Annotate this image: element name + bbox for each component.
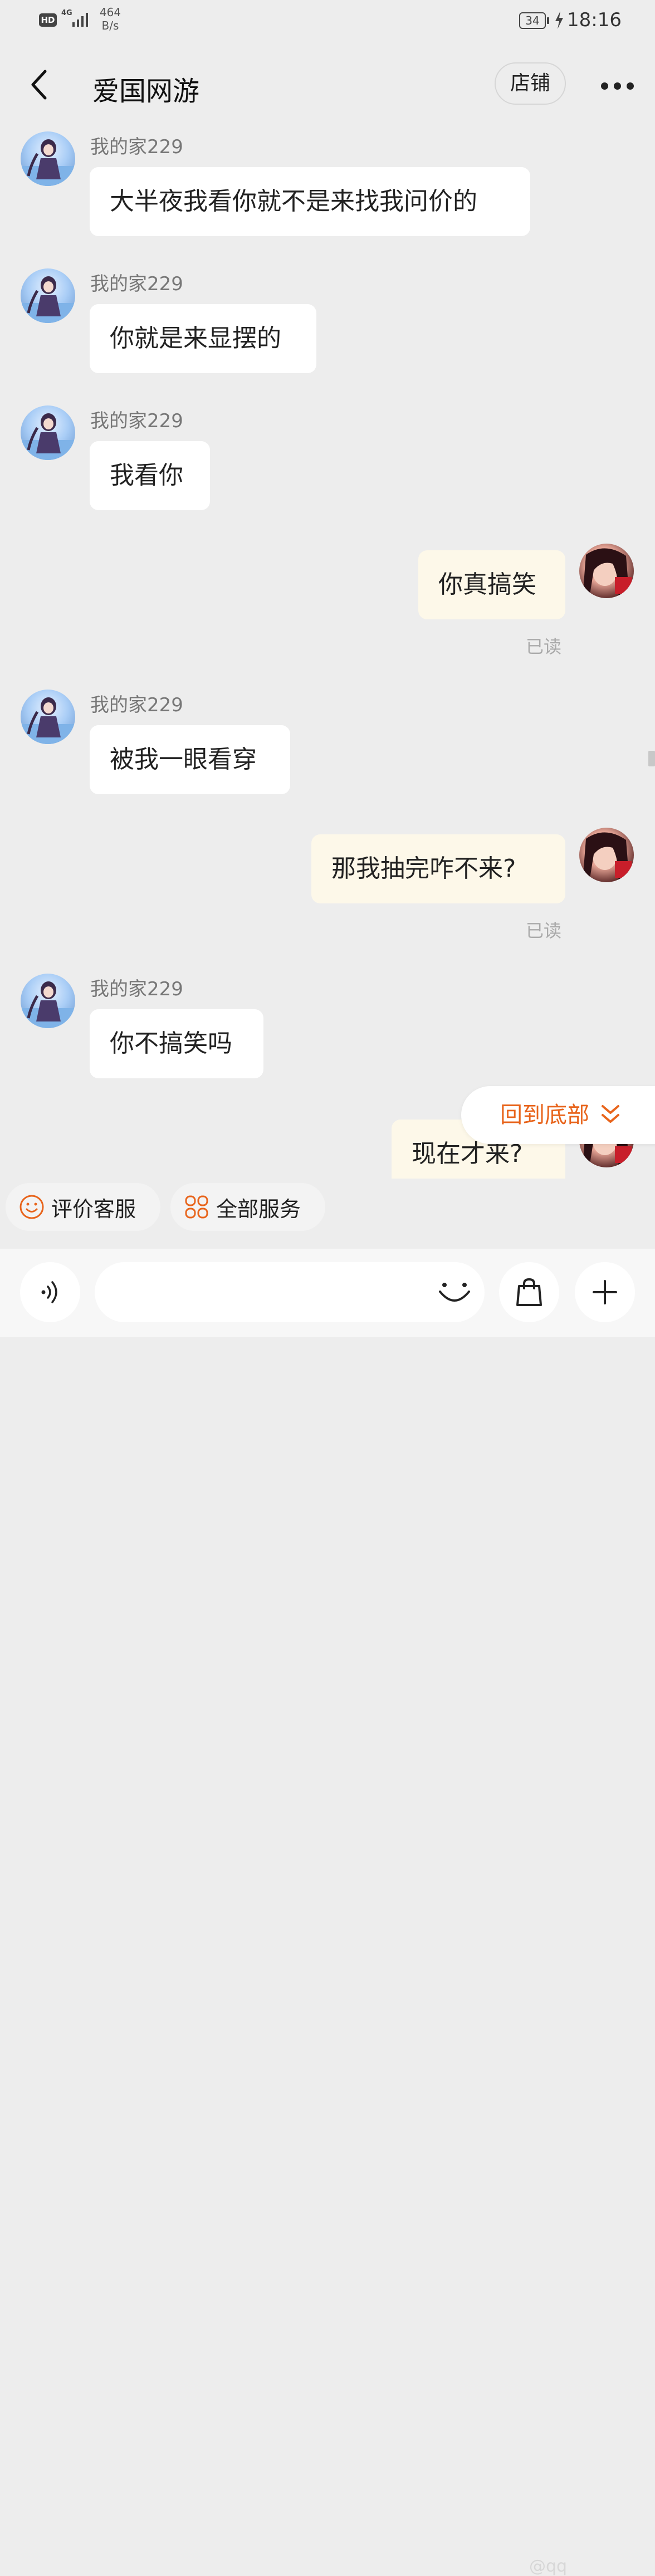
- voice-button[interactable]: [20, 1262, 80, 1322]
- my-avatar[interactable]: [579, 828, 634, 882]
- my-avatar[interactable]: [579, 544, 634, 598]
- speed-value: 464: [99, 6, 121, 19]
- shopping-bag-icon: [516, 1278, 542, 1306]
- sender-name: 我的家229: [90, 273, 183, 295]
- status-bar: HD 4G 464 B/s 34 18:16: [0, 0, 655, 45]
- all-services-label: 全部服务: [216, 1196, 301, 1221]
- more-dots-icon: [600, 82, 608, 90]
- voice-icon: [41, 1281, 57, 1303]
- charging-bolt-icon: [555, 11, 563, 29]
- all-services-button[interactable]: 全部服务: [170, 1183, 325, 1231]
- shop-button[interactable]: 店铺: [495, 62, 566, 105]
- anime-avatar-image: [21, 139, 75, 186]
- plus-button[interactable]: [575, 1262, 635, 1322]
- message-bubble-incoming[interactable]: 你就是来显摆的: [90, 304, 316, 373]
- double-chevron-down-icon: [602, 1105, 619, 1123]
- sender-avatar[interactable]: [21, 268, 75, 323]
- message-bubble-outgoing[interactable]: 那我抽完咋不来?: [311, 834, 565, 903]
- user-photo-avatar: [583, 832, 632, 882]
- clock: 18:16: [567, 9, 622, 31]
- plus-icon: [593, 1280, 617, 1304]
- message-bubble-outgoing[interactable]: 你真搞笑: [418, 550, 565, 619]
- back-arrow-icon: [31, 70, 47, 100]
- message-bubble-incoming[interactable]: 大半夜我看你就不是来找我问价的: [90, 167, 530, 236]
- sender-name: 我的家229: [90, 978, 183, 1000]
- user-photo-avatar: [583, 548, 632, 598]
- grid-services-icon: [185, 1195, 208, 1219]
- shopping-bag-button[interactable]: [499, 1262, 559, 1322]
- back-to-bottom-label: 回到底部: [500, 1102, 589, 1128]
- read-receipt: 已读: [526, 920, 562, 941]
- anime-avatar-image: [21, 981, 75, 1028]
- message-bubble-incoming[interactable]: 我看你: [90, 441, 210, 510]
- sender-avatar[interactable]: [21, 131, 75, 186]
- hd-icon: HD: [39, 13, 57, 27]
- scrollbar-thumb[interactable]: [648, 751, 655, 766]
- message-bubble-incoming[interactable]: 你不搞笑吗: [90, 1009, 263, 1078]
- back-button[interactable]: [22, 67, 56, 102]
- battery-icon: 34: [519, 12, 546, 29]
- emoji-button[interactable]: [432, 1270, 477, 1314]
- rate-service-button[interactable]: 评价客服: [6, 1183, 160, 1231]
- read-receipt: 已读: [526, 636, 562, 657]
- chat-header: 爱国网游 店铺: [0, 45, 655, 123]
- emoji-icon: [439, 1283, 470, 1302]
- watermark: @qq: [529, 2557, 568, 2576]
- anime-avatar-image: [21, 413, 75, 460]
- more-button[interactable]: [595, 69, 639, 102]
- message-bubble-incoming[interactable]: 被我一眼看穿: [90, 725, 290, 794]
- input-bar: @qq: [0, 1249, 655, 2576]
- network-type: 4G: [61, 9, 72, 17]
- sender-avatar[interactable]: [21, 974, 75, 1028]
- back-to-bottom-button[interactable]: 回到底部: [461, 1086, 655, 1144]
- sender-name: 我的家229: [90, 694, 183, 716]
- rate-service-label: 评价客服: [51, 1196, 136, 1221]
- page-title: 爱国网游: [92, 76, 200, 107]
- anime-avatar-image: [21, 697, 75, 744]
- anime-avatar-image: [21, 276, 75, 323]
- message-input[interactable]: [95, 1262, 485, 1322]
- quick-actions: 评价客服 全部服务: [0, 1183, 655, 1231]
- network-speed: 464 B/s: [98, 6, 123, 32]
- sender-avatar[interactable]: [21, 690, 75, 744]
- sender-avatar[interactable]: [21, 405, 75, 460]
- battery-tip: [547, 17, 549, 24]
- speed-unit: B/s: [101, 19, 119, 32]
- signal-icon: [72, 13, 88, 27]
- sender-name: 我的家229: [90, 410, 183, 432]
- smiley-icon: [19, 1195, 44, 1219]
- sender-name: 我的家229: [90, 136, 183, 158]
